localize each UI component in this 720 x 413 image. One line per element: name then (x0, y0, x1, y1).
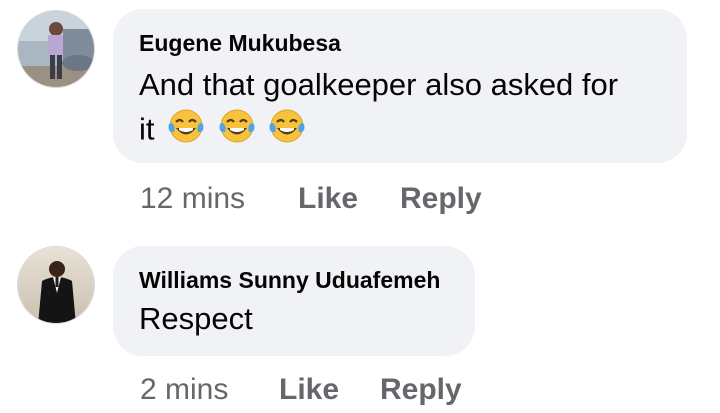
tears-of-joy-icon (218, 107, 256, 156)
like-button[interactable]: Like (279, 373, 339, 407)
reply-button[interactable]: Reply (380, 373, 462, 407)
avatar[interactable] (17, 246, 95, 324)
avatar-photo-icon (18, 11, 94, 87)
comment-item: Eugene Mukubesa And that goalkeeper also… (0, 0, 720, 230)
comment-timestamp[interactable]: 12 mins (140, 182, 245, 216)
comment-timestamp[interactable]: 2 mins (140, 373, 228, 407)
tears-of-joy-icon (268, 107, 306, 156)
comment-text: And that goalkeeper also asked for (139, 64, 618, 106)
avatar[interactable] (17, 10, 95, 88)
avatar-photo-icon (18, 247, 94, 323)
reply-button[interactable]: Reply (400, 182, 482, 216)
comment-text-line: it (139, 111, 155, 147)
comment-item: Williams Sunny Uduafemeh Respect 2 mins … (0, 230, 720, 413)
comment-author[interactable]: Eugene Mukubesa (139, 30, 341, 57)
comment-text: Respect (139, 301, 253, 336)
like-button[interactable]: Like (298, 182, 358, 216)
comment-author[interactable]: Williams Sunny Uduafemeh (139, 267, 440, 294)
comment-text: it (139, 107, 306, 156)
comment-bubble: Williams Sunny Uduafemeh Respect (113, 246, 475, 356)
comment-bubble: Eugene Mukubesa And that goalkeeper also… (113, 9, 687, 163)
tears-of-joy-icon (167, 107, 205, 156)
comment-text-line: And that goalkeeper also asked for (139, 67, 619, 102)
